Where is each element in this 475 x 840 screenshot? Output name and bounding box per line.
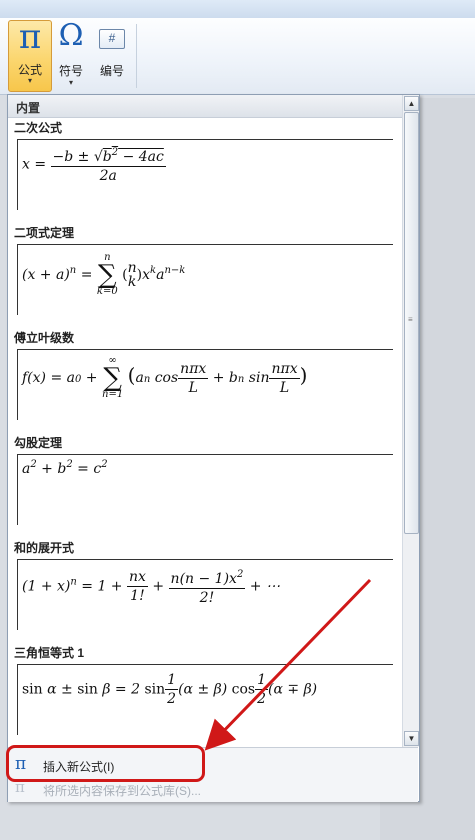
arrow-annotation	[204, 578, 372, 751]
